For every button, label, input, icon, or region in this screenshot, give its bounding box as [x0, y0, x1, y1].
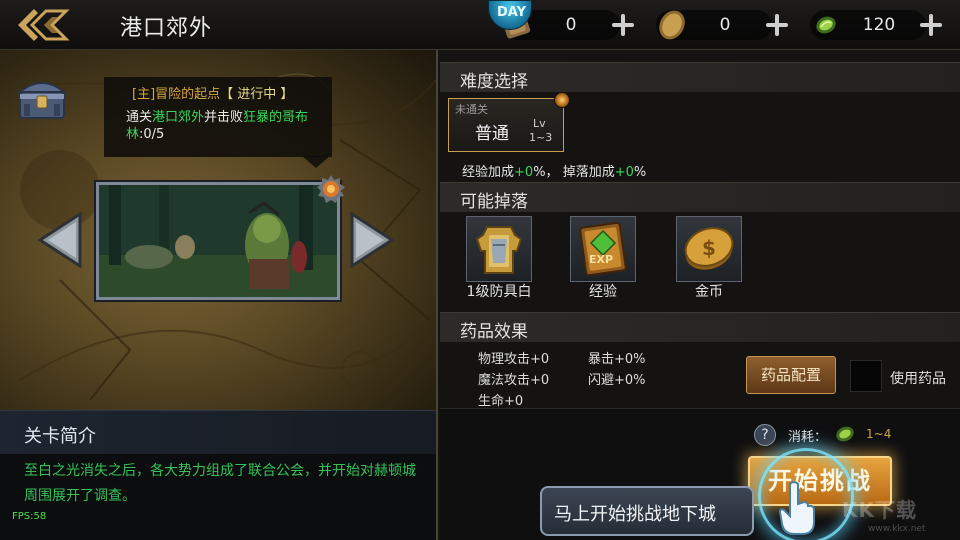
svg-text:$: $ [702, 236, 716, 260]
top-bar: 港口郊外 0 0 120 [0, 0, 960, 50]
challenge-panel: 难度选择 未通关 普通 Lv 1~3 经验加成+0%， 掉落加成+0% 可能掉落… [436, 50, 960, 540]
difficulty-gem-icon [554, 92, 570, 108]
stage-preview[interactable] [96, 182, 340, 300]
potion-stat-crit: 暴击+0% [588, 352, 646, 367]
quest-title: [主]冒险的起点【 进行中 】 [132, 87, 294, 102]
stage-map: [主]冒险的起点【 进行中 】 通关港口郊外并击败狂暴的哥布林:0/5 [0, 50, 436, 410]
use-potion-label: 使用药品 [890, 371, 946, 387]
bronze-coin-count: 0 [719, 15, 731, 35]
armor-icon [475, 226, 523, 274]
potion-stat-magic-attack: 魔法攻击+0 [478, 373, 550, 388]
potion-stat-physical-attack: 物理攻击+0 [478, 352, 550, 367]
potion-stat-hp: 生命+0 [478, 394, 524, 409]
next-stage-arrow-icon[interactable] [348, 210, 396, 270]
bronze-coin-icon [659, 10, 685, 40]
quest-description: 通关港口郊外并击败狂暴的哥布林:0/5 [126, 110, 309, 142]
help-icon[interactable]: ? [754, 424, 776, 446]
fps-counter: FPS:58 [12, 511, 47, 522]
add-ticket-button[interactable] [610, 12, 636, 38]
treasure-chest-icon[interactable] [14, 72, 70, 124]
exp-book-icon: EXP [579, 221, 627, 277]
cost-value: 1~4 [866, 427, 892, 441]
stage-intro-header: 关卡简介 [0, 410, 436, 454]
drop-item-exp: EXP 经验 [568, 216, 638, 300]
quest-panel: [主]冒险的起点【 进行中 】 通关港口郊外并击败狂暴的哥布林:0/5 [104, 77, 332, 157]
drop-slot[interactable]: $ [676, 216, 742, 282]
bonus-line: 经验加成+0%， 掉落加成+0% [462, 165, 647, 180]
drops-header: 可能掉落 [440, 182, 960, 212]
resource-bronze-coin: 0 [656, 6, 796, 44]
drop-label: 经验 [589, 284, 617, 300]
gold-coin-icon: $ [684, 227, 734, 270]
potion-config-button[interactable]: 药品配置 [746, 356, 836, 394]
cost-gem-icon [836, 426, 854, 442]
back-arrow-icon[interactable] [14, 6, 72, 44]
drop-label: 1级防具白 [466, 284, 532, 300]
resource-green-gem: 120 [810, 6, 950, 44]
add-green-gem-button[interactable] [918, 12, 944, 38]
ticket-count: 0 [565, 15, 577, 35]
quest-pointer [302, 156, 330, 168]
page-title: 港口郊外 [120, 16, 213, 41]
stage-boss-badge-icon [317, 175, 345, 203]
tutorial-tip: 马上开始挑战地下城 [540, 486, 754, 536]
stage-preview-image [99, 185, 337, 297]
stage-intro-body: 至白之光消失之后，各大势力组成了联合公会，并开始对赫顿城周围展开了调查。 FPS… [0, 454, 436, 540]
potion-header: 药品效果 [440, 312, 960, 342]
pointing-hand-icon [778, 481, 815, 535]
drop-slot[interactable]: EXP [570, 216, 636, 282]
svg-text:EXP: EXP [589, 253, 613, 266]
previous-stage-arrow-icon[interactable] [36, 210, 84, 270]
drop-label: 金币 [695, 284, 723, 300]
green-gem-icon [816, 16, 836, 34]
drop-slot[interactable] [466, 216, 532, 282]
green-gem-count: 120 [862, 15, 896, 35]
drop-item-armor: 1级防具白 [463, 216, 535, 300]
watermark: KK下载 [842, 498, 917, 522]
stage-intro-text: 至白之光消失之后，各大势力组成了联合公会，并开始对赫顿城周围展开了调查。 [24, 463, 416, 504]
difficulty-normal-card[interactable]: 未通关 普通 Lv 1~3 [448, 98, 564, 152]
drop-item-gold: $ 金币 [674, 216, 744, 300]
use-potion-checkbox[interactable] [850, 360, 882, 392]
difficulty-header: 难度选择 [440, 62, 960, 92]
add-bronze-coin-button[interactable] [764, 12, 790, 38]
potion-stat-dodge: 闪避+0% [588, 373, 646, 388]
cost-label: 消耗： [788, 430, 828, 445]
watermark-url: www.kkx.net [868, 524, 926, 534]
